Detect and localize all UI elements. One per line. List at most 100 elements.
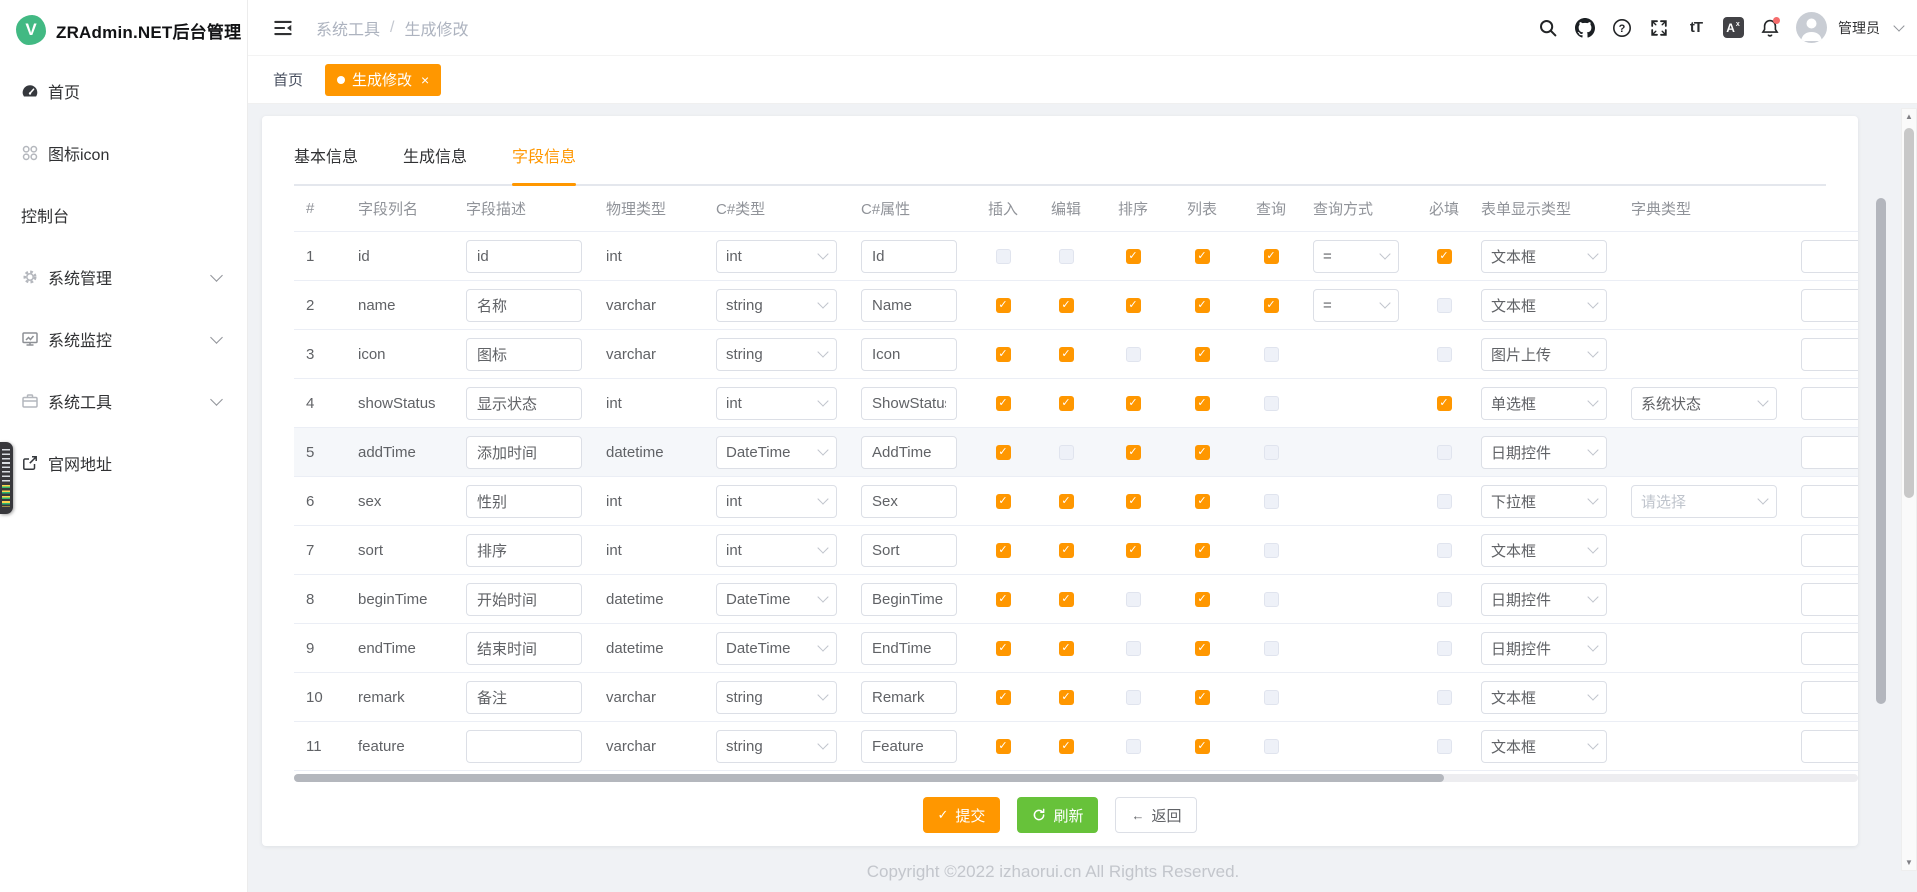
query-mode-select[interactable]: = [1313,289,1399,322]
list-checkbox[interactable]: ✓ [1195,445,1210,460]
form-type-select[interactable]: 图片上传 [1481,338,1607,371]
sort-checkbox[interactable]: ✓ [1126,396,1141,411]
side-widget-tab[interactable] [0,442,13,514]
required-checkbox[interactable] [1437,347,1452,362]
list-checkbox[interactable]: ✓ [1195,249,1210,264]
form-type-select[interactable]: 文本框 [1481,289,1607,322]
extra-input[interactable] [1801,485,1858,518]
tab-generate-info[interactable]: 生成信息 [403,150,467,184]
user-name[interactable]: 管理员 [1838,18,1880,38]
sort-checkbox[interactable] [1126,739,1141,754]
form-type-select[interactable]: 文本框 [1481,681,1607,714]
extra-input[interactable] [1801,681,1858,714]
edit-checkbox[interactable]: ✓ [1059,641,1074,656]
sort-checkbox[interactable] [1126,690,1141,705]
sidebar-item-1[interactable]: 图标icon [0,122,247,184]
form-type-select[interactable]: 文本框 [1481,534,1607,567]
csharp-property-input[interactable] [861,436,957,469]
required-checkbox[interactable] [1437,641,1452,656]
field-description-input[interactable] [466,240,582,273]
csharp-type-select[interactable]: string [716,289,837,322]
dict-type-select[interactable]: 系统状态 [1631,387,1777,420]
field-description-input[interactable] [466,338,582,371]
extra-input[interactable] [1801,240,1858,273]
csharp-property-input[interactable] [861,289,957,322]
breadcrumb-item[interactable]: 系统工具 [316,16,380,40]
form-type-select[interactable]: 文本框 [1481,730,1607,763]
sidebar-item-6[interactable]: 官网地址 [0,432,247,494]
form-type-select[interactable]: 下拉框 [1481,485,1607,518]
list-checkbox[interactable]: ✓ [1195,690,1210,705]
required-checkbox[interactable] [1437,592,1452,607]
query-checkbox[interactable]: ✓ [1264,298,1279,313]
csharp-type-select[interactable]: DateTime [716,632,837,665]
required-checkbox[interactable] [1437,298,1452,313]
csharp-type-select[interactable]: DateTime [716,436,837,469]
query-checkbox[interactable] [1264,494,1279,509]
field-description-input[interactable] [466,436,582,469]
query-checkbox[interactable] [1264,690,1279,705]
scroll-down-arrow[interactable]: ▼ [1902,855,1916,870]
translate-icon[interactable]: Ax [1722,17,1744,39]
page-scrollbar[interactable]: ▲ ▼ [1901,108,1917,871]
list-checkbox[interactable]: ✓ [1195,347,1210,362]
insert-checkbox[interactable]: ✓ [996,347,1011,362]
sort-checkbox[interactable]: ✓ [1126,494,1141,509]
sort-checkbox[interactable] [1126,347,1141,362]
csharp-type-select[interactable]: string [716,730,837,763]
field-description-input[interactable] [466,485,582,518]
extra-input[interactable] [1801,289,1858,322]
submit-button[interactable]: ✓提交 [923,797,1001,833]
sidebar-item-3[interactable]: 系统管理 [0,246,247,308]
extra-input[interactable] [1801,338,1858,371]
form-type-select[interactable]: 单选框 [1481,387,1607,420]
tag-generate-edit[interactable]: 生成修改 × [325,64,441,96]
field-description-input[interactable] [466,387,582,420]
query-checkbox[interactable] [1264,347,1279,362]
form-type-select[interactable]: 日期控件 [1481,436,1607,469]
scroll-up-arrow[interactable]: ▲ [1902,109,1916,124]
tab-basic-info[interactable]: 基本信息 [294,150,358,184]
back-button[interactable]: ←返回 [1115,797,1197,833]
insert-checkbox[interactable]: ✓ [996,543,1011,558]
csharp-property-input[interactable] [861,681,957,714]
tag-home[interactable]: 首页 [273,69,303,90]
query-checkbox[interactable] [1264,543,1279,558]
content-vertical-scrollbar-thumb[interactable] [1876,198,1886,704]
insert-checkbox[interactable]: ✓ [996,396,1011,411]
insert-checkbox[interactable]: ✓ [996,494,1011,509]
csharp-type-select[interactable]: int [716,534,837,567]
sort-checkbox[interactable]: ✓ [1126,298,1141,313]
csharp-type-select[interactable]: string [716,681,837,714]
bell-icon[interactable] [1759,17,1781,39]
query-mode-select[interactable]: = [1313,240,1399,273]
refresh-button[interactable]: 刷新 [1017,797,1098,833]
list-checkbox[interactable]: ✓ [1195,641,1210,656]
csharp-type-select[interactable]: DateTime [716,583,837,616]
csharp-property-input[interactable] [861,730,957,763]
edit-checkbox[interactable]: ✓ [1059,494,1074,509]
sidebar-item-5[interactable]: 系统工具 [0,370,247,432]
edit-checkbox[interactable]: ✓ [1059,298,1074,313]
csharp-type-select[interactable]: string [716,338,837,371]
extra-input[interactable] [1801,583,1858,616]
help-icon[interactable]: ? [1611,17,1633,39]
field-description-input[interactable] [466,289,582,322]
csharp-type-select[interactable]: int [716,387,837,420]
field-description-input[interactable] [466,534,582,567]
list-checkbox[interactable]: ✓ [1195,396,1210,411]
csharp-property-input[interactable] [861,338,957,371]
font-size-icon[interactable]: tT [1685,17,1707,39]
chevron-down-icon[interactable] [1893,20,1904,31]
query-checkbox[interactable]: ✓ [1264,249,1279,264]
extra-input[interactable] [1801,436,1858,469]
list-checkbox[interactable]: ✓ [1195,543,1210,558]
insert-checkbox[interactable]: ✓ [996,641,1011,656]
query-checkbox[interactable] [1264,396,1279,411]
page-scrollbar-thumb[interactable] [1904,128,1914,498]
csharp-property-input[interactable] [861,583,957,616]
sidebar-collapse-icon[interactable] [272,17,294,39]
form-type-select[interactable]: 文本框 [1481,240,1607,273]
edit-checkbox[interactable]: ✓ [1059,543,1074,558]
insert-checkbox[interactable]: ✓ [996,298,1011,313]
